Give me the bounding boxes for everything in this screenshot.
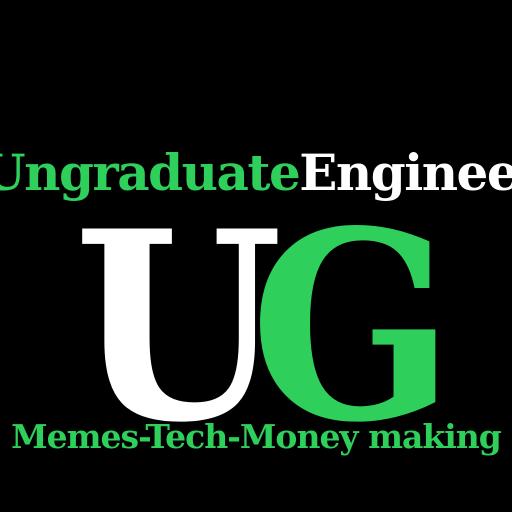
- logo-canvas: UngraduateEngineer U G Memes-Tech-Money …: [0, 0, 512, 512]
- tagline: Memes-Tech-Money making: [11, 417, 502, 456]
- monogram: U G: [0, 198, 512, 458]
